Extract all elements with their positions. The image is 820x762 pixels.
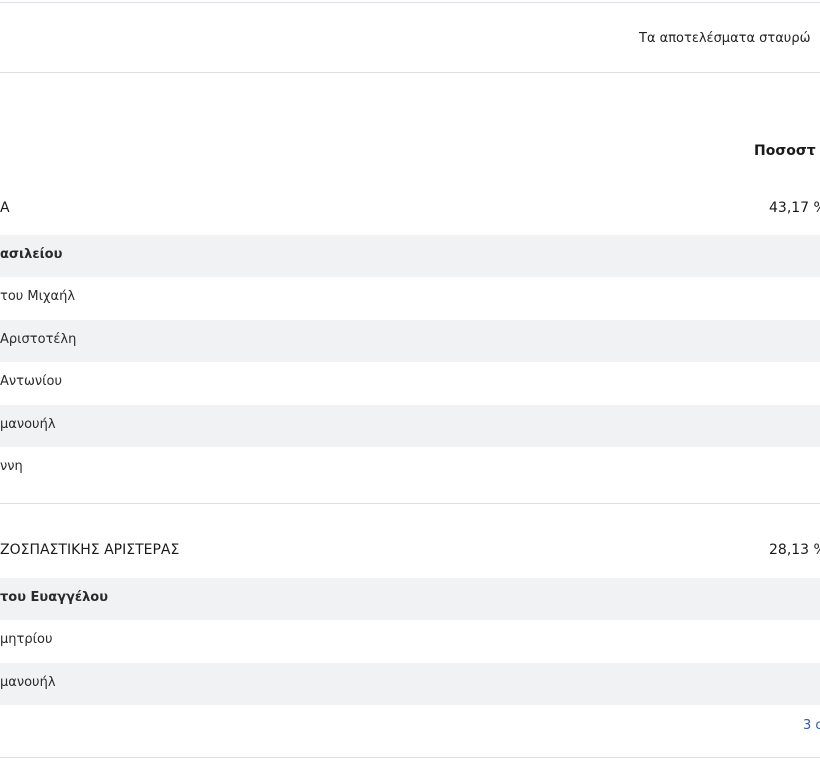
- candidate-name: του Μιχαήλ: [0, 289, 76, 304]
- results-note-text: Τα αποτελέσματα σταυρώ: [639, 31, 811, 46]
- results-page: Τα αποτελέσματα σταυρώ Ποσοστ Α 43,17 % …: [0, 0, 820, 762]
- candidate-row: μανουήλ: [0, 663, 820, 705]
- party-row: Α 43,17 %: [0, 195, 820, 223]
- top-divider: [0, 2, 820, 3]
- candidate-name: Αριστοτέλη: [0, 332, 77, 347]
- percentage-column-header: Ποσοστ: [754, 143, 816, 159]
- note-divider: [0, 72, 820, 73]
- candidate-row: ννη: [0, 447, 820, 489]
- candidate-row: Αριστοτέλη: [0, 320, 820, 362]
- party-name: ΖΟΣΠΑΣΤΙΚΗΣ ΑΡΙΣΤΕΡΑΣ: [0, 542, 180, 558]
- candidate-name: ννη: [0, 459, 23, 474]
- candidate-row: μανουήλ: [0, 405, 820, 447]
- candidate-row: του Μιχαήλ: [0, 277, 820, 319]
- candidate-row: Αντωνίου: [0, 362, 820, 404]
- candidate-name: μανουήλ: [0, 675, 56, 690]
- candidate-row: ασιλείου: [0, 235, 820, 277]
- party-name: Α: [0, 200, 10, 216]
- more-candidates-link[interactable]: 3 ο: [803, 718, 820, 733]
- party-row: ΖΟΣΠΑΣΤΙΚΗΣ ΑΡΙΣΤΕΡΑΣ 28,13 %: [0, 537, 820, 565]
- candidate-row: του Ευαγγέλου: [0, 578, 820, 620]
- candidate-row: μητρίου: [0, 620, 820, 662]
- candidate-name: μανουήλ: [0, 417, 56, 432]
- party-divider: [0, 503, 820, 504]
- candidate-name: Αντωνίου: [0, 374, 63, 389]
- candidate-name: μητρίου: [0, 632, 53, 647]
- candidate-name: του Ευαγγέλου: [0, 590, 109, 605]
- party-percent: 28,13 %: [769, 542, 820, 558]
- bottom-divider: [0, 757, 820, 758]
- party-percent: 43,17 %: [769, 200, 820, 216]
- candidate-name: ασιλείου: [0, 247, 63, 262]
